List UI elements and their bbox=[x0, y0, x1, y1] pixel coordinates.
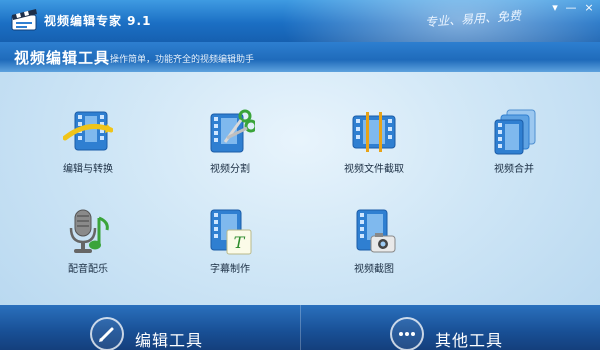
microphone-music-icon bbox=[69, 209, 109, 253]
tool-label: 视频截图 bbox=[354, 264, 394, 275]
app-window: 视频编辑专家 9.1 专业、易用、免费 ▾ — × 视频编辑工具 操作简单，功能… bbox=[0, 0, 600, 350]
film-edit-convert-icon bbox=[63, 111, 113, 151]
tab-edit-tools[interactable]: 编辑工具 bbox=[0, 305, 300, 350]
section-title: 视频编辑工具 bbox=[14, 49, 111, 67]
section-header: 视频编辑工具 操作简单，功能齐全的视频编辑助手 bbox=[0, 42, 600, 72]
tool-split[interactable]: 视频分割 bbox=[170, 108, 290, 188]
title-bar[interactable]: 视频编辑专家 9.1 专业、易用、免费 ▾ — × bbox=[0, 0, 600, 42]
close-button[interactable]: × bbox=[582, 2, 596, 14]
svg-text:T: T bbox=[234, 233, 246, 252]
minimize-button[interactable]: — bbox=[564, 2, 578, 14]
app-title: 视频编辑专家 9.1 bbox=[44, 14, 152, 28]
subtitle-text-icon: T bbox=[210, 209, 252, 255]
tool-screenshot[interactable]: 视频截图 bbox=[314, 208, 434, 288]
tool-edit-convert[interactable]: 编辑与转换 bbox=[28, 108, 148, 188]
tab-divider bbox=[300, 305, 301, 350]
tab-label: 其他工具 bbox=[435, 331, 504, 350]
section-subtitle: 操作简单，功能齐全的视频编辑助手 bbox=[110, 55, 255, 65]
tab-label: 编辑工具 bbox=[135, 331, 204, 350]
tab-other-tools[interactable]: 其他工具 bbox=[300, 305, 600, 350]
pencil-icon bbox=[90, 317, 124, 350]
tool-dubbing-music[interactable]: 配音配乐 bbox=[28, 208, 148, 288]
tool-label: 字幕制作 bbox=[210, 264, 250, 275]
film-stack-merge-icon bbox=[494, 109, 536, 155]
film-cut-markers-icon bbox=[352, 112, 396, 152]
tool-label: 配音配乐 bbox=[68, 264, 108, 275]
more-dots-icon bbox=[390, 317, 424, 350]
tool-label: 视频文件截取 bbox=[344, 164, 404, 175]
tool-subtitle[interactable]: T 字幕制作 bbox=[170, 208, 290, 288]
tool-label: 视频合并 bbox=[494, 164, 534, 175]
tool-merge[interactable]: 视频合并 bbox=[454, 108, 574, 188]
settings-dropdown-icon[interactable]: ▾ bbox=[548, 2, 562, 14]
film-scissors-icon bbox=[210, 109, 255, 153]
clapperboard-icon bbox=[11, 9, 37, 31]
tool-label: 视频分割 bbox=[210, 164, 250, 175]
tool-label: 编辑与转换 bbox=[63, 164, 113, 175]
tool-clip[interactable]: 视频文件截取 bbox=[314, 108, 434, 188]
film-camera-icon bbox=[356, 209, 396, 253]
